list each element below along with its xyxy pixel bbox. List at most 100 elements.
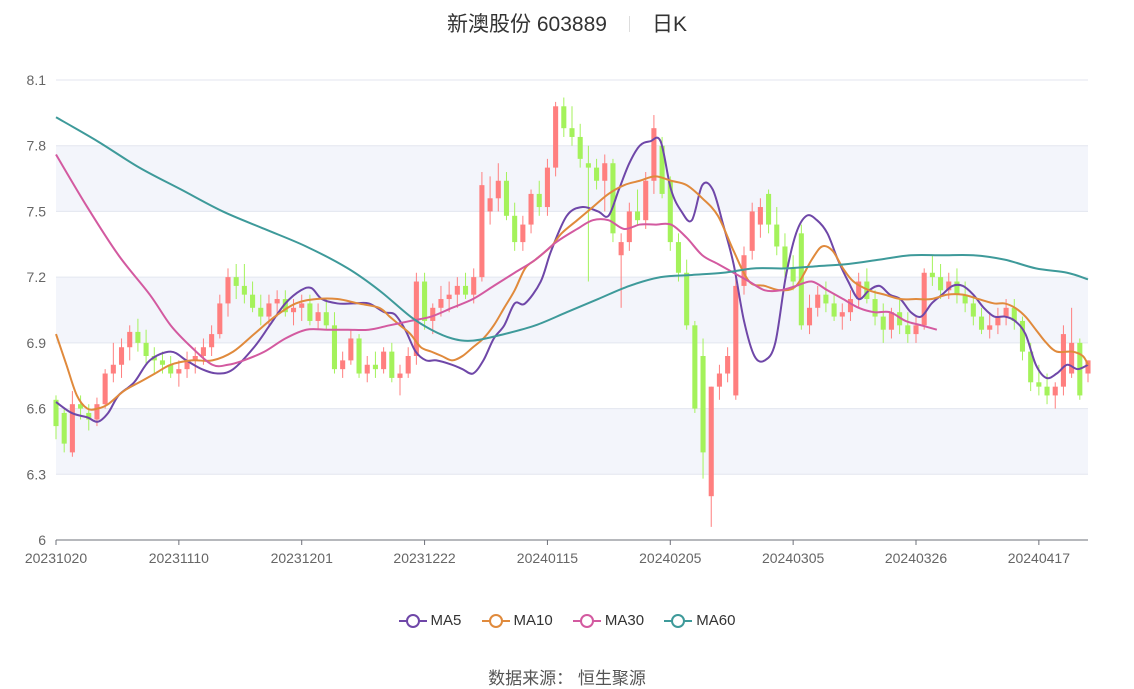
candle-body: [978, 316, 985, 330]
x-tick-label: 20231110: [149, 550, 209, 566]
candle-body: [299, 303, 305, 308]
candle-body: [544, 167, 550, 208]
candle-body: [553, 106, 559, 168]
candle-down: [151, 347, 157, 374]
legend-item-ma10[interactable]: MA10: [481, 612, 553, 629]
candle-body: [708, 386, 714, 497]
candle-body: [569, 128, 575, 137]
source-label: 数据来源：: [488, 669, 574, 688]
candle-down: [561, 97, 567, 137]
candle-up: [405, 347, 411, 378]
candle-up: [340, 351, 346, 378]
candle-body: [774, 224, 780, 247]
y-tick-label: 6.3: [27, 466, 47, 482]
candle-body: [651, 128, 657, 181]
candle-body: [323, 312, 329, 326]
candle-body: [209, 334, 215, 348]
candle-body: [512, 215, 518, 243]
candle-body: [118, 347, 125, 365]
candle-up: [102, 369, 108, 409]
candle-up: [397, 364, 403, 396]
candle-body: [831, 303, 837, 317]
candle-body: [725, 356, 731, 374]
candle-up: [520, 215, 526, 251]
candle-body: [634, 211, 641, 221]
ma30-legend-icon: [572, 614, 601, 628]
candle-body: [315, 312, 321, 321]
candle-down: [356, 334, 362, 378]
candle-body: [487, 198, 493, 212]
candle-down: [684, 259, 690, 330]
candle-body: [290, 307, 297, 313]
candle-body: [200, 347, 206, 356]
candle-body: [602, 163, 608, 181]
x-tick-label: 20231201: [271, 550, 334, 566]
candle-up: [1052, 382, 1058, 409]
ma10-legend-icon: [481, 614, 510, 628]
candle-body: [643, 180, 649, 221]
candle-body: [790, 268, 796, 282]
candle-body: [782, 246, 788, 269]
candle-body: [397, 373, 403, 378]
y-tick-label: 7.2: [27, 269, 47, 285]
candle-body: [1052, 386, 1058, 396]
candle-down: [675, 233, 682, 282]
candle-body: [462, 285, 469, 295]
candle-body: [471, 277, 477, 295]
candle-body: [274, 299, 280, 304]
candle-body: [880, 316, 886, 330]
candle-body: [454, 285, 460, 295]
candle-body: [700, 356, 706, 453]
grid-band: [56, 408, 1088, 475]
candle-body: [1036, 382, 1042, 387]
candle-up: [716, 364, 722, 400]
candle-body: [594, 167, 600, 181]
x-tick-label: 20240417: [1008, 550, 1071, 566]
ma60-legend-icon: [664, 614, 693, 628]
candle-body: [716, 373, 722, 387]
candle-body: [585, 163, 591, 168]
legend-item-ma60[interactable]: MA60: [664, 612, 735, 629]
candle-body: [266, 303, 272, 317]
candle-body: [250, 294, 256, 308]
candle-body: [1003, 307, 1009, 317]
candle-body: [913, 325, 919, 335]
candle-up: [364, 356, 370, 383]
candle-up: [479, 172, 485, 282]
candle-down: [585, 145, 591, 282]
candle-body: [405, 356, 411, 374]
candle-body: [446, 294, 452, 300]
legend-label: MA10: [513, 612, 553, 629]
y-tick-label: 6.6: [27, 401, 47, 417]
legend-item-ma30[interactable]: MA30: [572, 612, 645, 629]
candle-body: [766, 193, 772, 225]
candle-down: [372, 351, 378, 378]
candle-up: [118, 338, 125, 378]
data-source: 数据来源： 恒生聚源: [0, 664, 1134, 689]
candle-body: [970, 303, 976, 317]
candle-body: [872, 299, 878, 317]
candle-body: [258, 307, 264, 317]
candle-body: [954, 281, 960, 295]
candle-body: [225, 277, 231, 304]
x-tick-label: 20240205: [639, 550, 702, 566]
candle-body: [143, 342, 149, 356]
candle-body: [1069, 342, 1075, 374]
legend-item-ma5[interactable]: MA5: [398, 612, 461, 629]
candle-body: [422, 281, 428, 321]
candle-up: [184, 351, 190, 378]
y-tick-label: 7.5: [27, 203, 47, 219]
candle-body: [888, 312, 894, 330]
candle-body: [438, 299, 444, 308]
candle-body: [233, 277, 239, 286]
candle-body: [815, 294, 821, 308]
legend-label: MA60: [696, 612, 736, 629]
candle-body: [503, 180, 510, 216]
legend-label: MA30: [604, 612, 645, 629]
candle-down: [168, 356, 174, 378]
candle-body: [241, 285, 247, 295]
source-provider: 恒生聚源: [577, 669, 646, 688]
candle-up: [69, 391, 75, 457]
candle-body: [348, 338, 354, 361]
candle-body: [1060, 334, 1066, 387]
